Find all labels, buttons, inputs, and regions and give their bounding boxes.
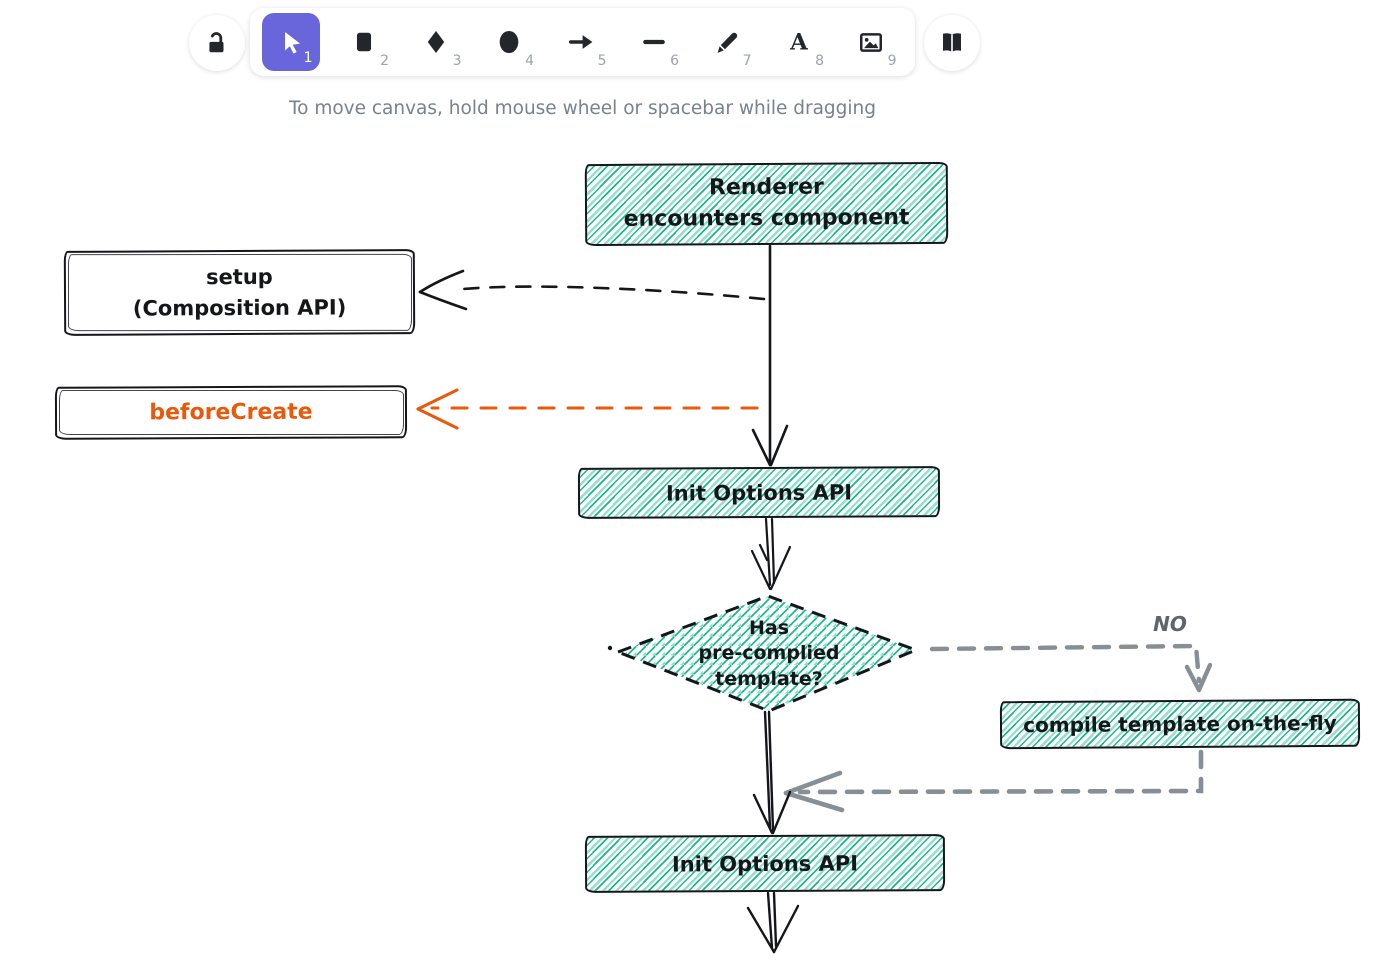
connector-init-options-2-down[interactable]	[748, 893, 798, 952]
connector-to-setup[interactable]	[420, 271, 764, 309]
tool-shortcut: 6	[670, 53, 679, 69]
connector-compile-to-init-options-2[interactable]	[786, 752, 1201, 810]
node-renderer-encounters-component[interactable]: Renderer encounters component	[585, 162, 948, 246]
tool-shortcut: 8	[815, 53, 824, 69]
tool-shortcut: 7	[743, 53, 752, 69]
tool-shortcut: 5	[598, 53, 607, 69]
node-label: Renderer encounters component	[623, 172, 909, 235]
tool-shortcut: 9	[888, 53, 897, 69]
tool-text[interactable]: A 8	[763, 8, 836, 76]
canvas-hint-text: To move canvas, hold mouse wheel or spac…	[250, 98, 915, 119]
node-setup-composition-api[interactable]: setup (Composition API)	[64, 249, 415, 336]
connector-no-to-compile[interactable]	[932, 646, 1210, 690]
node-init-options-api-2[interactable]: Init Options API	[585, 834, 945, 893]
tool-draw[interactable]: 7	[690, 8, 763, 76]
node-compile-template-on-the-fly[interactable]: compile template on-the-fly	[1000, 699, 1360, 750]
connector-init-options-to-decision[interactable]	[752, 519, 790, 589]
node-label: Has pre-complied template?	[699, 616, 840, 693]
node-before-create[interactable]: beforeCreate	[55, 385, 407, 440]
edge-label-no[interactable]: NO	[1140, 612, 1200, 636]
tool-selection[interactable]: 1	[255, 8, 328, 76]
tool-shortcut: 3	[453, 53, 462, 69]
text-tool-glyph: A	[789, 30, 808, 55]
tool-diamond[interactable]: 3	[400, 8, 473, 76]
tool-shortcut: 4	[525, 53, 534, 69]
node-label: Init Options API	[666, 480, 852, 505]
tool-ellipse[interactable]: 4	[473, 8, 546, 76]
canvas[interactable]: 1 2 3 4	[0, 0, 1400, 971]
connector-to-before-create[interactable]	[418, 390, 757, 428]
node-label: Init Options API	[672, 851, 858, 876]
tool-rectangle[interactable]: 2	[328, 8, 401, 76]
tool-shortcut: 2	[380, 53, 389, 69]
connector-decision-to-init-options-2[interactable]	[754, 712, 790, 833]
toolbar: 1 2 3 4	[250, 8, 915, 76]
node-label: compile template on-the-fly	[1023, 711, 1337, 737]
node-init-options-api-1[interactable]: Init Options API	[578, 466, 940, 519]
tool-image[interactable]: 9	[835, 8, 908, 76]
tool-arrow[interactable]: 5	[545, 8, 618, 76]
node-has-precompiled-template[interactable]: Has pre-complied template?	[693, 598, 845, 710]
node-label: setup (Composition API)	[133, 262, 347, 324]
tool-line[interactable]: 6	[618, 8, 691, 76]
node-label: beforeCreate	[149, 400, 312, 426]
tool-shortcut: 1	[304, 50, 313, 66]
connector-renderer-to-init-options[interactable]	[753, 246, 787, 465]
